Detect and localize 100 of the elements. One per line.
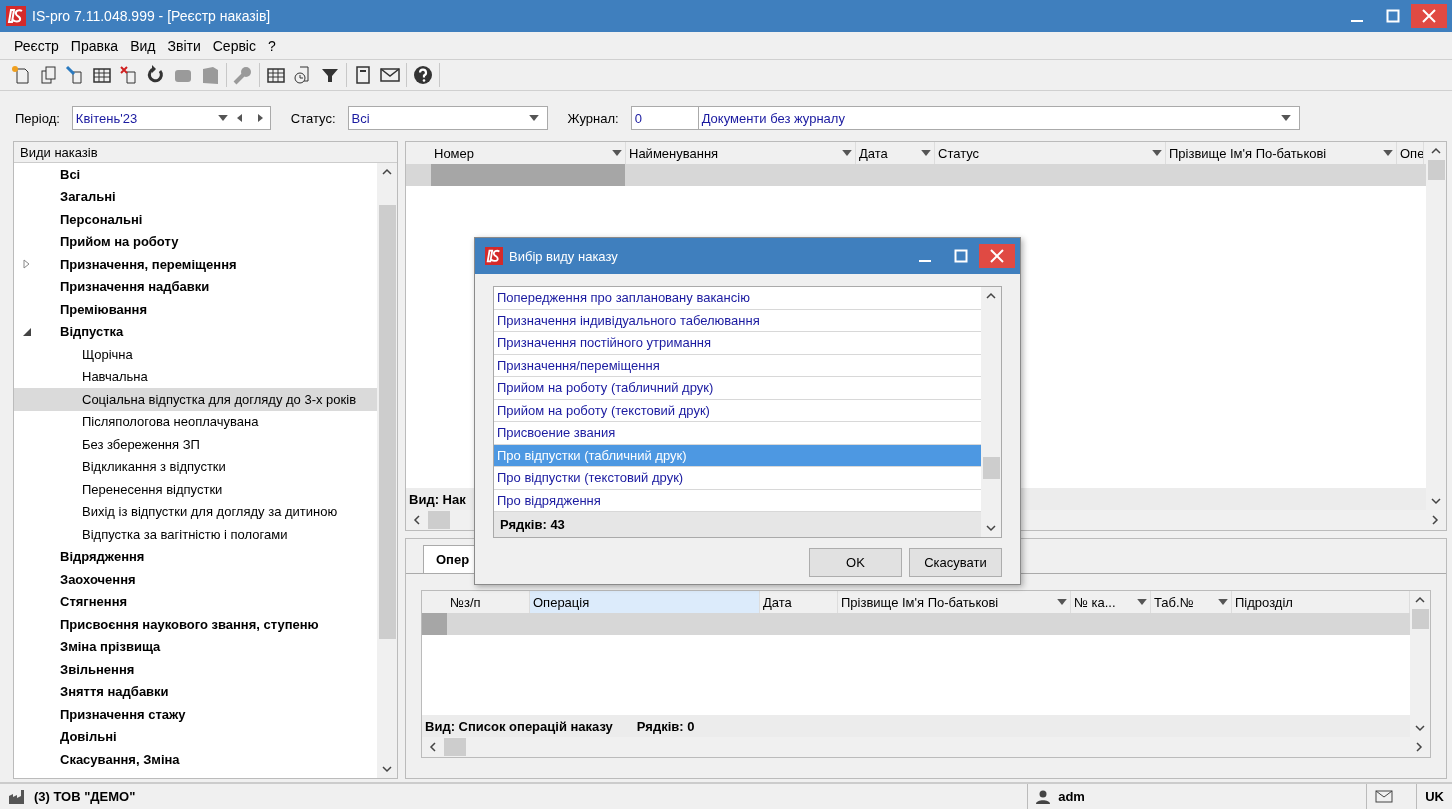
list-item[interactable]: Прийом на роботу (текстовий друк) [494,399,981,422]
window-title: IS-pro 7.11.048.999 - [Реєстр наказів] [32,8,272,24]
menu-item[interactable]: Вид [124,37,162,54]
scroll-up-icon[interactable] [1415,595,1425,605]
tree-item[interactable]: Відрядження [14,545,377,568]
scroll-up-icon[interactable] [986,291,996,301]
dropdown-arrow-icon[interactable] [1057,599,1067,605]
menu-item[interactable]: Сервіс [206,37,262,54]
next-icon[interactable] [255,113,264,123]
tree-item[interactable]: Звільнення [14,658,377,681]
dropdown-arrow-icon[interactable] [612,150,622,156]
collapse-arrow-icon[interactable] [22,326,32,337]
list-item[interactable]: Прийом на роботу (табличний друк) [494,377,981,400]
scroll-down-icon[interactable] [986,523,996,533]
scroll-up-icon[interactable] [382,167,392,177]
scroll-left-icon[interactable] [412,515,422,525]
scroll-right-icon[interactable] [1414,742,1424,752]
new-document-icon[interactable] [10,64,32,86]
status-field[interactable]: Всі [347,106,548,130]
list-item[interactable]: Призначення/переміщення [494,354,981,377]
close-button[interactable] [1411,4,1447,28]
tree-item[interactable]: Відпустка за вагітністю і пологами [14,523,377,546]
scroll-thumb[interactable] [444,738,466,756]
close-button[interactable] [979,244,1015,268]
tree-item[interactable]: Зміна прізвища [14,635,377,658]
tree-item[interactable]: Відкликання з відпустки [14,455,377,478]
list-item[interactable]: Призначення постійного утримання [494,332,981,355]
dropdown-arrow-icon[interactable] [921,150,931,156]
dropdown-arrow-icon[interactable] [217,115,228,121]
ok-button[interactable]: OK [809,548,902,577]
help-icon[interactable] [412,64,434,86]
tree-item[interactable]: Персональні [14,208,377,231]
tree-item[interactable]: Заохочення [14,568,377,591]
tree-item[interactable]: Післяпологова неоплачувана [14,410,377,433]
vertical-scrollbar[interactable] [1410,591,1430,737]
dropdown-arrow-icon[interactable] [842,150,852,156]
tree-item[interactable]: Перенесення відпустки [14,478,377,501]
dropdown-arrow-icon[interactable] [1383,150,1393,156]
vertical-scrollbar[interactable] [377,163,397,778]
menu-item[interactable]: ? [261,37,282,54]
tree-item[interactable]: Всі [14,163,377,186]
menu-item[interactable]: Правка [64,37,125,54]
column-header[interactable]: Операція [530,591,760,613]
scroll-up-icon[interactable] [1431,146,1441,156]
scroll-thumb[interactable] [1427,160,1445,180]
tree-item[interactable]: Стягнення [14,590,377,613]
scroll-down-icon[interactable] [1415,723,1425,733]
tree-item[interactable]: Навчальна [14,365,377,388]
list-item[interactable]: Про відпустки (текстовий друк) [494,467,981,490]
scroll-right-icon[interactable] [1430,515,1440,525]
tree-item[interactable]: Вихід із відпустки для догляду за дитиною [14,500,377,523]
maximize-icon[interactable] [1386,9,1400,23]
vertical-scrollbar[interactable] [1426,142,1446,510]
tree-item[interactable]: Загальні [14,185,377,208]
tree-item[interactable]: Призначення стажу [14,703,377,726]
tree-item[interactable]: Зняття надбавки [14,680,377,703]
tree-item[interactable]: Призначення надбавки [14,275,377,298]
previous-icon[interactable] [235,113,244,123]
tree-item[interactable]: Присвоєння наукового звання, ступеню [14,613,377,636]
horizontal-scrollbar[interactable] [422,737,1430,757]
dropdown-arrow-icon[interactable] [1137,599,1147,605]
cancel-button[interactable]: Скасувати [909,548,1002,577]
vertical-scrollbar[interactable] [981,287,1001,537]
scroll-thumb[interactable] [1411,609,1429,629]
tree-item[interactable]: Щорічна [14,343,377,366]
dropdown-arrow-icon[interactable] [1218,599,1228,605]
status-label: Статус: [290,110,336,126]
panel-header: Види наказів [14,142,397,163]
dropdown-arrow-icon[interactable] [528,115,539,121]
menu-item[interactable]: Звіти [161,37,207,54]
period-field[interactable]: Квітень'23 [71,106,271,130]
tree-item[interactable]: Преміювання [14,298,377,321]
scroll-thumb[interactable] [378,205,396,639]
tree-item[interactable]: Призначення, переміщення [14,253,377,276]
tree-item[interactable]: Прийом на роботу [14,230,377,253]
tree-item[interactable]: Без збереження ЗП [14,433,377,456]
scroll-down-icon[interactable] [382,764,392,774]
scroll-thumb[interactable] [982,457,1000,479]
list-item[interactable]: Попередження про заплановану вакансію [494,287,981,310]
dropdown-arrow-icon[interactable] [1152,150,1162,156]
close-icon[interactable] [990,249,1004,263]
list-item[interactable]: Присвоение звания [494,422,981,445]
close-icon[interactable] [1422,9,1436,23]
row-count: Рядків: 43 [494,512,981,537]
tree-item[interactable]: Соціальна відпустка для догляду до 3-х років [14,388,377,411]
scroll-thumb[interactable] [428,511,450,529]
tree-item[interactable]: Скасування, Зміна [14,748,377,771]
journal-code-field[interactable]: 0 [630,106,699,130]
expand-arrow-icon[interactable] [22,259,32,270]
maximize-icon[interactable] [954,249,968,263]
dropdown-arrow-icon[interactable] [1280,115,1291,121]
mail-icon[interactable] [1375,790,1394,803]
tree-item[interactable]: Довільні [14,725,377,748]
tree-item[interactable]: Відпустка [14,320,377,343]
scroll-left-icon[interactable] [428,742,438,752]
journal-field[interactable]: Документи без журналу [698,106,1300,130]
scroll-down-icon[interactable] [1431,496,1441,506]
list-item[interactable]: Призначення індивідуального табелювання [494,309,981,332]
language-indicator[interactable]: UK [1425,789,1444,804]
menu-item[interactable]: Реєстр [8,37,65,54]
